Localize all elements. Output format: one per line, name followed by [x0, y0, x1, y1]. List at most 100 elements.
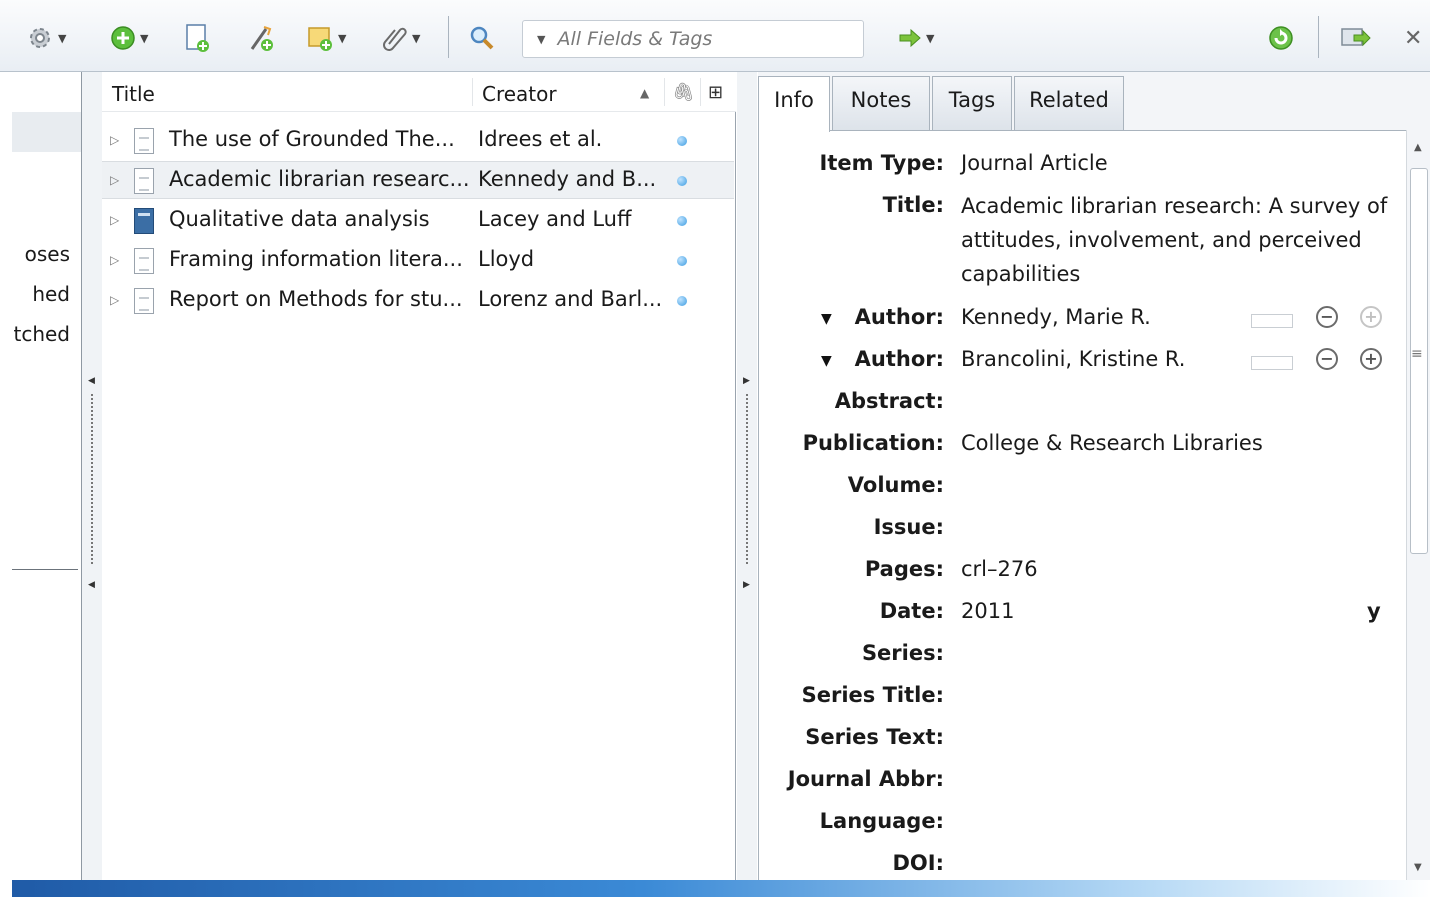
- tab-related[interactable]: Related: [1014, 76, 1124, 130]
- new-item-icon: [111, 26, 135, 50]
- document-icon: [134, 248, 154, 274]
- remove-author-icon[interactable]: −: [1316, 306, 1338, 328]
- row-creator: Idrees et al.: [478, 127, 603, 151]
- new-note-button[interactable]: ▼: [306, 20, 346, 56]
- attachment-dot-icon[interactable]: [677, 296, 687, 306]
- field-label-date: Date:: [879, 599, 944, 623]
- expand-twisty-icon[interactable]: ▷: [110, 133, 119, 147]
- locate-icon: [899, 28, 921, 48]
- gear-icon: [30, 28, 50, 48]
- row-title: Report on Methods for stu...: [169, 287, 463, 311]
- column-header-title[interactable]: Title: [112, 82, 155, 106]
- table-row[interactable]: ▷ Framing information litera... Lloyd: [102, 242, 734, 280]
- collection-item[interactable]: oses: [0, 242, 70, 266]
- scroll-up-arrow-icon[interactable]: ▲: [1414, 142, 1422, 153]
- author-mode-switch[interactable]: [1251, 356, 1293, 370]
- info-panel: Item Type: Journal Article Title: Academ…: [758, 130, 1406, 880]
- new-note-icon: [308, 27, 332, 51]
- collapse-right-arrow-icon[interactable]: ▶: [743, 580, 750, 590]
- author-value-1[interactable]: Kennedy, Marie R.: [961, 305, 1151, 329]
- search-icon: [470, 26, 494, 50]
- author-value-2[interactable]: Brancolini, Kristine R.: [961, 347, 1185, 371]
- row-title: Academic librarian researc...: [169, 167, 470, 191]
- column-header-creator[interactable]: Creator: [482, 82, 557, 106]
- expand-twisty-icon[interactable]: ▷: [110, 253, 119, 267]
- table-row[interactable]: ▷ Academic librarian researc... Kennedy …: [102, 161, 734, 199]
- search-input[interactable]: ▼ All Fields & Tags: [522, 20, 864, 58]
- chevron-down-icon: ▼: [926, 31, 935, 45]
- splitter-grip[interactable]: [746, 394, 748, 564]
- expand-twisty-icon[interactable]: ▷: [110, 293, 119, 307]
- attachment-dot-icon[interactable]: [677, 136, 687, 146]
- collapse-left-arrow-icon[interactable]: ◀: [88, 580, 95, 590]
- expand-twisty-icon[interactable]: ▷: [110, 213, 119, 227]
- tab-info[interactable]: Info: [758, 76, 830, 132]
- attachment-dot-icon[interactable]: [677, 216, 687, 226]
- new-item-from-file-icon: [186, 24, 209, 52]
- actions-menu-button[interactable]: ▼: [26, 20, 66, 56]
- field-label-item-type: Item Type:: [819, 151, 944, 175]
- item-type-value[interactable]: Journal Article: [961, 151, 1108, 175]
- table-row[interactable]: ▷ Report on Methods for stu... Lorenz an…: [102, 282, 734, 320]
- column-picker-icon[interactable]: ⊞: [708, 82, 723, 103]
- field-label-publication: Publication:: [802, 431, 944, 455]
- pages-value[interactable]: crl–276: [961, 557, 1038, 581]
- right-pane-splitter[interactable]: ▶ ▶: [737, 72, 757, 880]
- close-icon[interactable]: ✕: [1404, 20, 1422, 56]
- book-icon: [134, 208, 154, 234]
- left-pane-splitter[interactable]: ◀ ◀: [82, 72, 102, 880]
- sync-button[interactable]: [1268, 20, 1294, 56]
- attachment-dot-icon[interactable]: [677, 176, 687, 186]
- attachment-dot-icon[interactable]: [677, 256, 687, 266]
- publication-value[interactable]: College & Research Libraries: [961, 431, 1263, 455]
- field-label-author[interactable]: Author:: [855, 305, 944, 329]
- new-item-button[interactable]: ▼: [110, 20, 148, 56]
- fullscreen-button[interactable]: [1340, 20, 1372, 56]
- remove-author-icon[interactable]: −: [1316, 348, 1338, 370]
- document-icon: [134, 128, 154, 154]
- collapse-right-arrow-icon[interactable]: ▶: [743, 376, 750, 386]
- collection-item[interactable]: hed: [0, 282, 70, 306]
- row-creator: Lacey and Luff: [478, 207, 632, 231]
- search-mode-dropdown-icon[interactable]: ▼: [537, 33, 545, 46]
- field-label-language: Language:: [819, 809, 944, 833]
- abstract-value[interactable]: [961, 389, 1381, 417]
- expand-twisty-icon[interactable]: ▷: [110, 173, 119, 187]
- search-button[interactable]: [468, 20, 496, 56]
- document-icon: [134, 168, 154, 194]
- locate-button[interactable]: ▼: [898, 20, 934, 56]
- taskbar-strip: [0, 880, 1430, 897]
- tab-tags[interactable]: Tags: [932, 76, 1012, 130]
- tab-notes[interactable]: Notes: [832, 76, 930, 130]
- author-expand-icon[interactable]: ▼: [821, 353, 832, 369]
- collapse-left-arrow-icon[interactable]: ◀: [88, 376, 95, 386]
- add-author-icon[interactable]: +: [1360, 306, 1382, 328]
- table-row[interactable]: ▷ Qualitative data analysis Lacey and Lu…: [102, 202, 734, 240]
- author-mode-switch[interactable]: [1251, 314, 1293, 328]
- splitter-grip[interactable]: [91, 394, 93, 564]
- date-value[interactable]: 2011: [961, 599, 1014, 623]
- field-label-author[interactable]: Author:: [855, 347, 944, 371]
- scroll-down-arrow-icon[interactable]: ▼: [1414, 862, 1422, 873]
- new-item-from-file-button[interactable]: [184, 20, 210, 56]
- field-label-series-title: Series Title:: [801, 683, 944, 707]
- selected-collection-row[interactable]: [12, 112, 81, 152]
- collection-item[interactable]: tched: [0, 322, 70, 346]
- title-value[interactable]: Academic librarian research: A survey of…: [961, 189, 1391, 291]
- document-icon: [134, 288, 154, 314]
- tag-selector-divider[interactable]: [12, 569, 78, 570]
- volume-value[interactable]: [961, 473, 1381, 501]
- issue-value[interactable]: [961, 515, 1381, 543]
- attachment-column-icon[interactable]: 🖇: [672, 82, 695, 103]
- field-label-series: Series:: [861, 641, 944, 665]
- field-label-issue: Issue:: [873, 515, 944, 539]
- author-expand-icon[interactable]: ▼: [821, 311, 832, 327]
- table-row[interactable]: ▷ The use of Grounded The... Idrees et a…: [102, 122, 734, 160]
- add-by-identifier-icon: [250, 26, 273, 51]
- add-by-identifier-button[interactable]: [246, 20, 276, 56]
- info-scrollbar[interactable]: ▲ ≡ ▼: [1406, 130, 1430, 880]
- scrollbar-grip-icon: ≡: [1411, 346, 1423, 362]
- attachment-button[interactable]: ▼: [382, 20, 420, 56]
- chevron-down-icon: ▼: [140, 31, 149, 45]
- add-author-icon[interactable]: +: [1360, 348, 1382, 370]
